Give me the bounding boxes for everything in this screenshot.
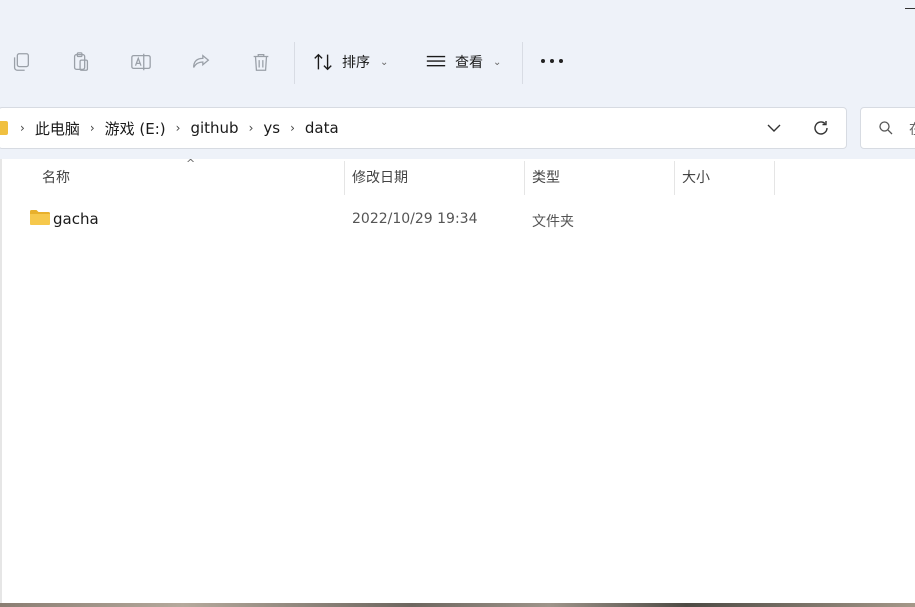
file-explorer-window: 排序 ⌄ 查看 ⌄ › 此电脑 › 游戏 (E:) › github › ys … [0,0,915,607]
paste-icon[interactable] [69,50,93,74]
breadcrumb-item[interactable]: data [299,119,345,137]
breadcrumb: › 此电脑 › 游戏 (E:) › github › ys › data [0,108,345,148]
breadcrumb-item[interactable]: github [184,119,244,137]
search-placeholder: 在 [909,119,915,139]
sort-ascending-icon: ^ [186,157,196,170]
file-name: gacha [53,210,99,228]
column-divider[interactable] [524,161,525,195]
chevron-right-icon[interactable]: › [16,121,29,135]
breadcrumb-item[interactable]: 游戏 (E:) [99,118,172,139]
file-type: 文件夹 [532,214,574,230]
refresh-icon[interactable] [812,119,830,137]
toolbar-separator [294,42,295,84]
toolbar-separator [522,42,523,84]
chevron-down-icon: ⌄ [493,56,502,68]
view-icon [426,55,446,67]
file-modified: 2022/10/29 19:34 [352,211,478,227]
chevron-right-icon[interactable]: › [286,121,299,135]
breadcrumb-item[interactable]: 此电脑 [29,118,86,139]
chevron-right-icon[interactable]: › [86,121,99,135]
minimize-icon[interactable] [905,8,915,9]
chevron-down-icon[interactable] [765,119,783,137]
breadcrumb-item[interactable]: ys [257,119,286,137]
column-header-modified[interactable]: 修改日期 [352,167,408,189]
sort-icon [314,53,332,71]
title-bar [0,0,915,22]
chevron-right-icon[interactable]: › [172,121,185,135]
column-divider[interactable] [344,161,345,195]
sort-label: 排序 [342,55,370,71]
delete-icon[interactable] [249,50,273,74]
more-icon[interactable] [541,54,565,68]
column-header-type[interactable]: 类型 [532,167,560,189]
address-bar[interactable]: › 此电脑 › 游戏 (E:) › github › ys › data [0,107,847,149]
desktop-background [0,603,915,607]
chevron-right-icon[interactable]: › [245,121,258,135]
share-icon[interactable] [189,50,213,74]
command-bar: 排序 ⌄ 查看 ⌄ [0,22,915,98]
search-input[interactable]: 在 [860,107,915,149]
column-header-size[interactable]: 大小 [682,167,710,189]
rename-icon[interactable] [129,50,153,74]
address-row: › 此电脑 › 游戏 (E:) › github › ys › data [0,97,915,159]
column-header-name[interactable]: 名称 [42,167,70,189]
file-list: ^ 名称 修改日期 类型 大小 gacha 2022/10/29 19:34 文… [0,157,915,605]
view-button[interactable]: 查看 ⌄ [425,48,501,76]
sort-button[interactable]: 排序 ⌄ [312,48,388,76]
search-icon [879,121,893,135]
column-divider[interactable] [774,161,775,195]
chevron-down-icon: ⌄ [380,56,389,68]
column-divider[interactable] [674,161,675,195]
copy-icon[interactable] [9,50,33,74]
folder-icon [30,210,50,225]
table-row[interactable]: gacha 2022/10/29 19:34 文件夹 [2,203,782,233]
folder-icon [0,121,8,135]
view-label: 查看 [455,55,483,71]
